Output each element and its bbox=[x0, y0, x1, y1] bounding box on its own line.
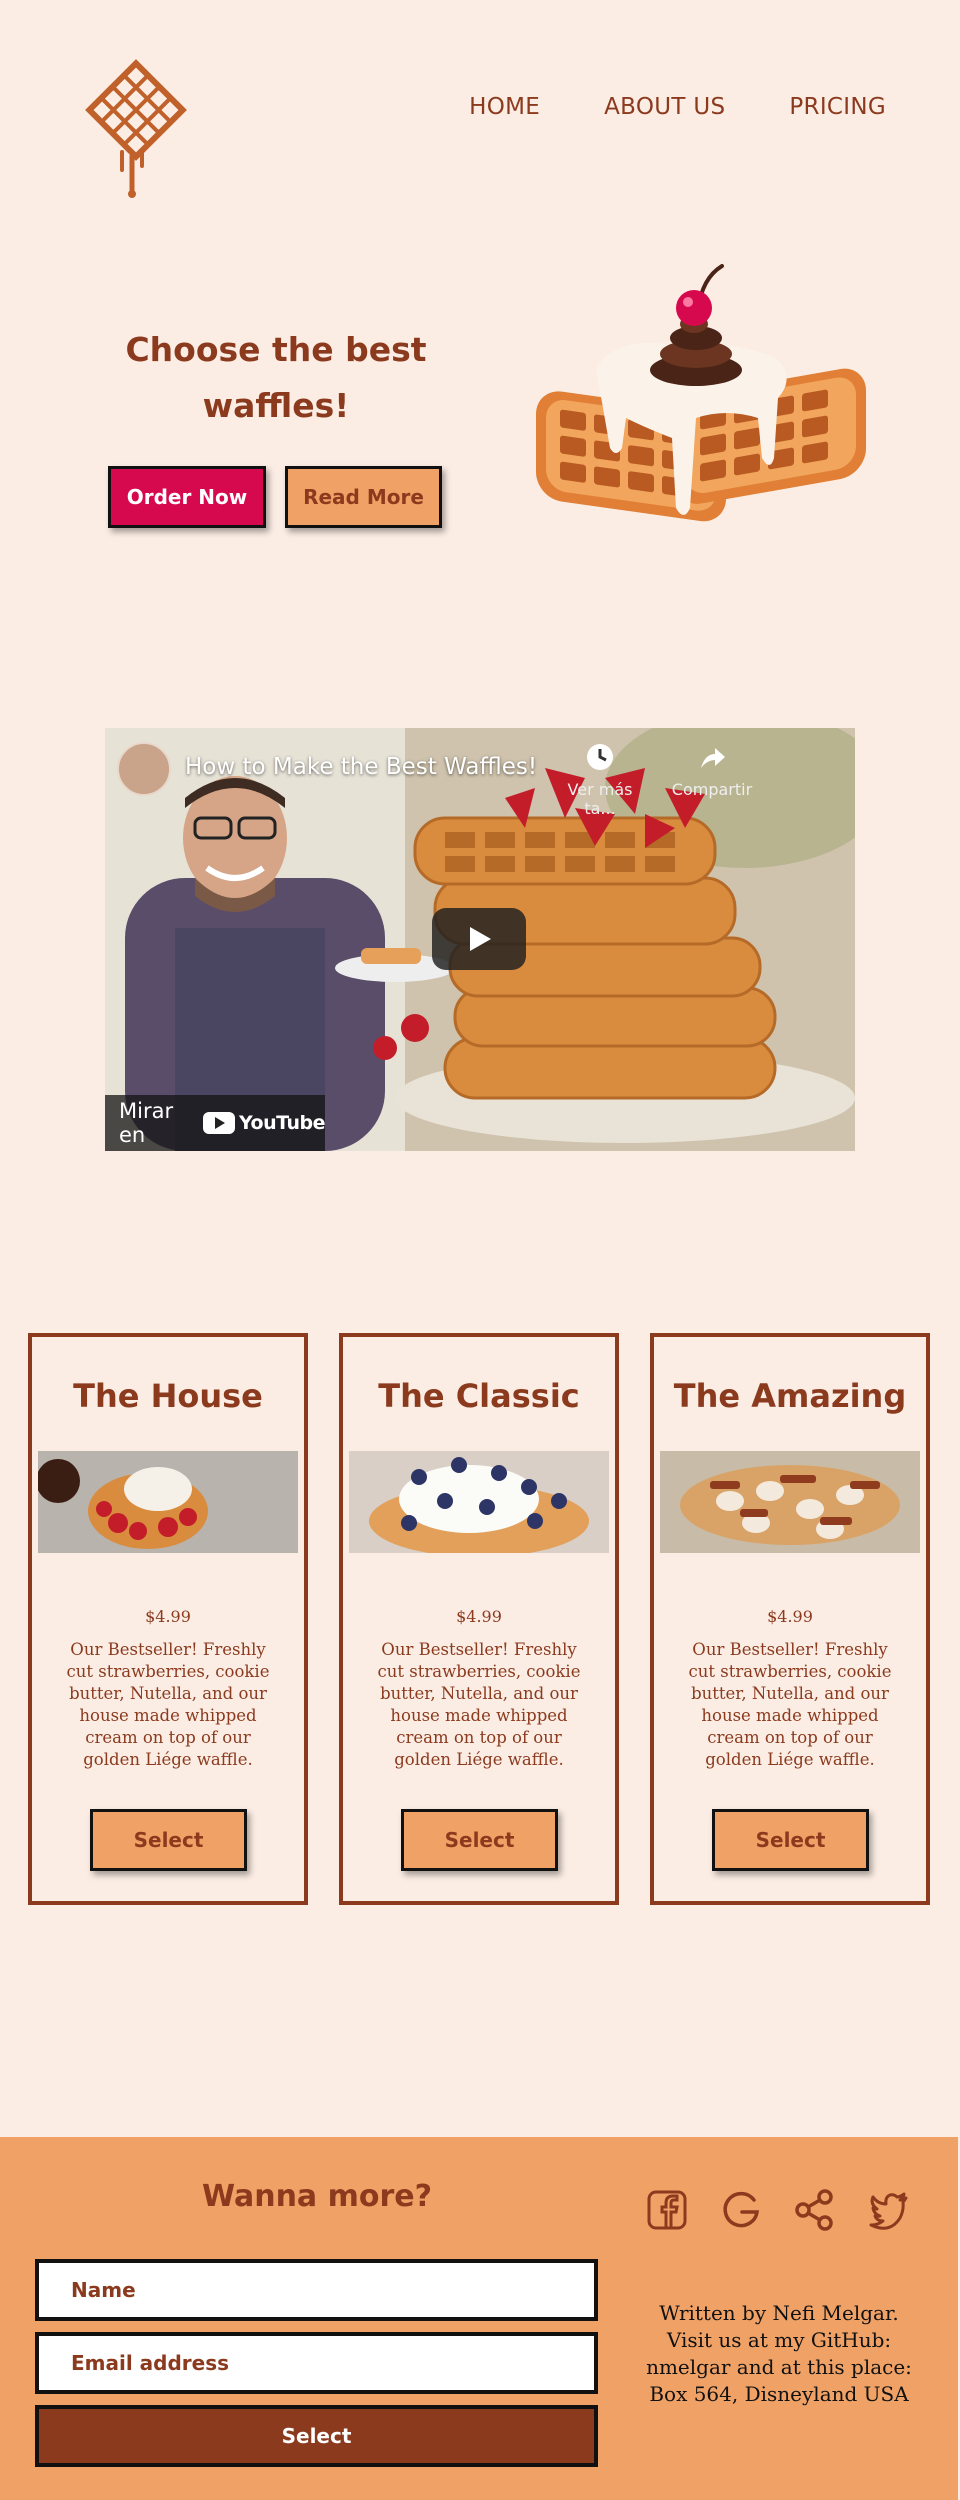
watch-later-button[interactable]: Ver más ta... bbox=[555, 742, 645, 818]
google-icon[interactable] bbox=[720, 2188, 762, 2232]
play-button[interactable] bbox=[432, 908, 526, 970]
video-title[interactable]: How to Make the Best Waffles! bbox=[185, 754, 537, 780]
watch-on-label: Mirar en bbox=[119, 1099, 174, 1147]
youtube-wordmark: YouTube bbox=[239, 1112, 325, 1134]
product-card-classic: The Classic $4.99 Our Bestseller! Freshl… bbox=[339, 1333, 619, 1905]
card-description: Our Bestseller! Freshly cut strawberries… bbox=[688, 1640, 892, 1769]
card-description: Our Bestseller! Freshly cut strawberries… bbox=[66, 1640, 270, 1769]
hero-title: Choose the best waffles! bbox=[125, 330, 427, 425]
email-input[interactable] bbox=[35, 2332, 598, 2394]
card-price: $4.99 bbox=[145, 1607, 191, 1626]
waffle-hero-illustration bbox=[536, 264, 866, 522]
social-links bbox=[646, 2188, 910, 2232]
footer-info-text: Written by Nefi Melgar. Visit us at my G… bbox=[646, 2301, 912, 2406]
select-classic-button[interactable]: Select bbox=[401, 1809, 558, 1871]
card-description: Our Bestseller! Freshly cut strawberries… bbox=[377, 1640, 581, 1769]
product-card-house: The House $4.99 Our Bestseller! Freshly … bbox=[28, 1333, 308, 1905]
select-amazing-button[interactable]: Select bbox=[712, 1809, 869, 1871]
waffle-photo-amazing bbox=[660, 1451, 920, 1553]
share-arrow-icon bbox=[701, 748, 725, 768]
watch-later-label: Ver más ta... bbox=[567, 780, 633, 818]
select-house-button[interactable]: Select bbox=[90, 1809, 247, 1871]
waffle-photo-house bbox=[38, 1451, 298, 1553]
nav-about-link[interactable]: ABOUT US bbox=[604, 94, 725, 120]
share-icon[interactable] bbox=[794, 2188, 836, 2232]
footer-select-button[interactable]: Select bbox=[35, 2405, 598, 2467]
main-nav: HOME ABOUT US PRICING bbox=[469, 94, 886, 120]
nav-pricing-link[interactable]: PRICING bbox=[789, 94, 886, 120]
nav-home-link[interactable]: HOME bbox=[469, 94, 540, 120]
clock-icon bbox=[587, 744, 613, 770]
name-input[interactable] bbox=[35, 2259, 598, 2321]
facebook-icon[interactable] bbox=[646, 2188, 688, 2232]
youtube-video-embed[interactable]: How to Make the Best Waffles! Ver más ta… bbox=[105, 728, 855, 1151]
share-label: Compartir bbox=[671, 780, 753, 799]
play-icon bbox=[470, 927, 491, 951]
twitter-icon[interactable] bbox=[868, 2188, 910, 2232]
card-title: The House bbox=[73, 1377, 263, 1415]
read-more-button[interactable]: Read More bbox=[285, 466, 442, 528]
share-video-button[interactable]: Compartir bbox=[667, 742, 757, 799]
order-now-button[interactable]: Order Now bbox=[108, 466, 266, 528]
footer: Wanna more? Select Written by Nefi Melga… bbox=[0, 2137, 958, 2500]
card-title: The Amazing bbox=[673, 1377, 907, 1415]
product-card-amazing: The Amazing $4.99 Our Bestseller! Freshl… bbox=[650, 1333, 930, 1905]
footer-title: Wanna more? bbox=[201, 2179, 433, 2214]
card-title: The Classic bbox=[378, 1377, 580, 1415]
card-price: $4.99 bbox=[456, 1607, 502, 1626]
waffle-photo-classic bbox=[349, 1451, 609, 1553]
watch-on-youtube-link[interactable]: Mirar en YouTube bbox=[105, 1095, 325, 1151]
youtube-logo-icon: YouTube bbox=[203, 1112, 325, 1134]
card-price: $4.99 bbox=[767, 1607, 813, 1626]
waffle-logo-icon[interactable] bbox=[80, 52, 192, 200]
channel-avatar[interactable] bbox=[117, 742, 171, 796]
